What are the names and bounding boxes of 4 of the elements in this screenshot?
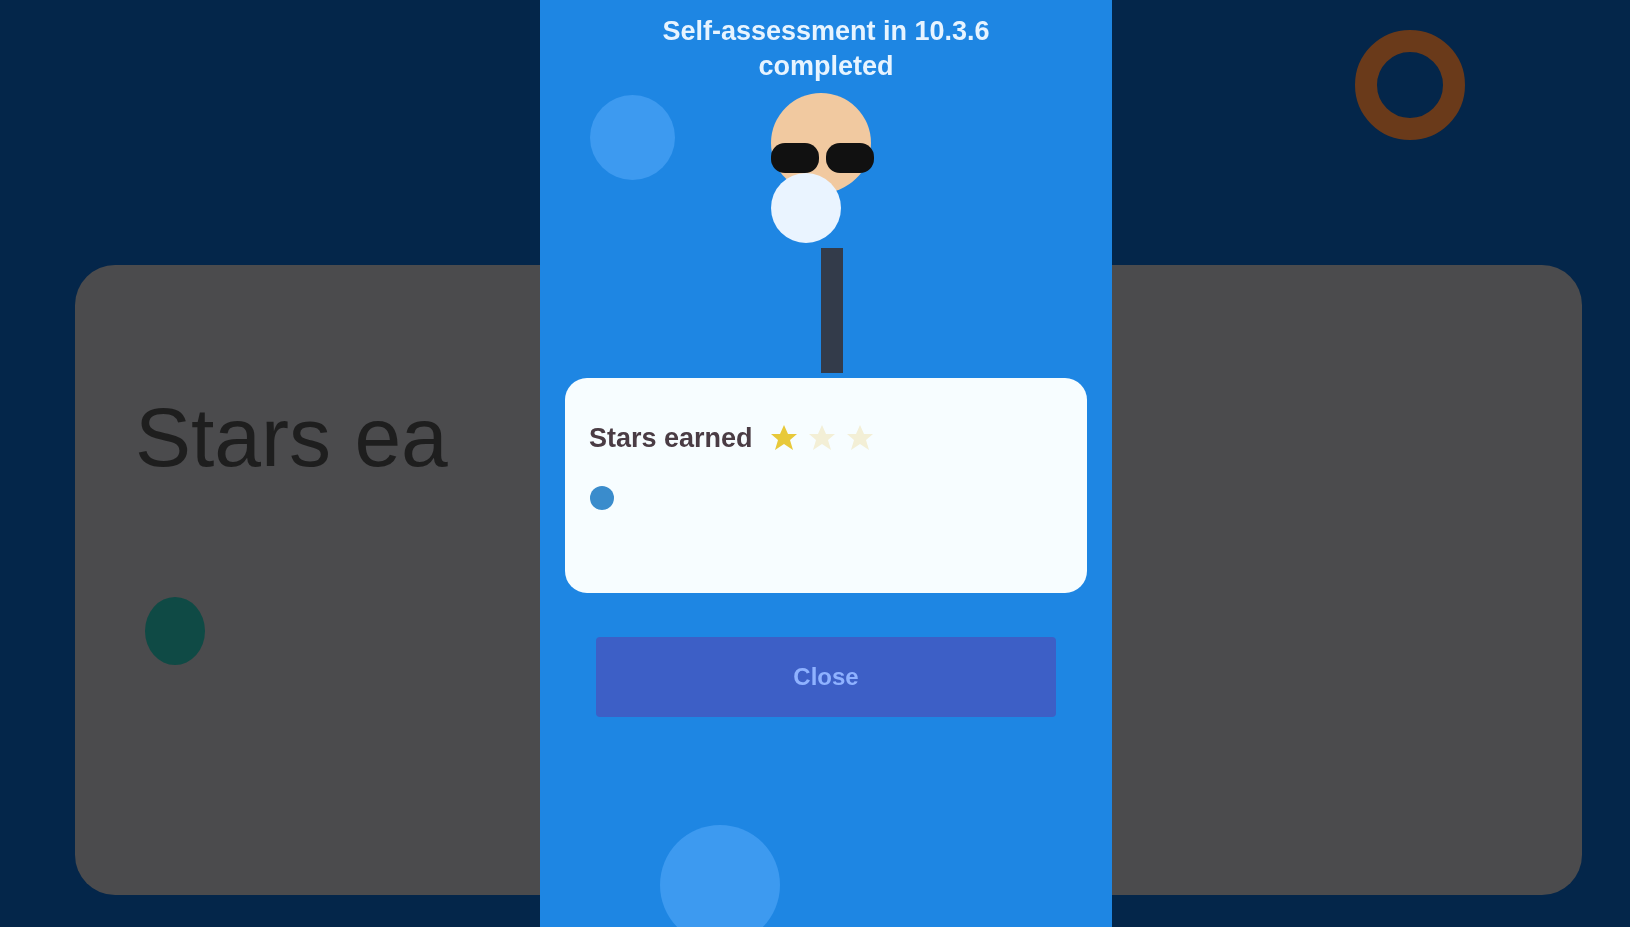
dialog-title: Self-assessment in 10.3.6 completed [661, 15, 991, 84]
badge-icon [589, 484, 615, 511]
close-button[interactable]: Close [596, 637, 1056, 718]
result-label: Stars earned [589, 422, 753, 456]
